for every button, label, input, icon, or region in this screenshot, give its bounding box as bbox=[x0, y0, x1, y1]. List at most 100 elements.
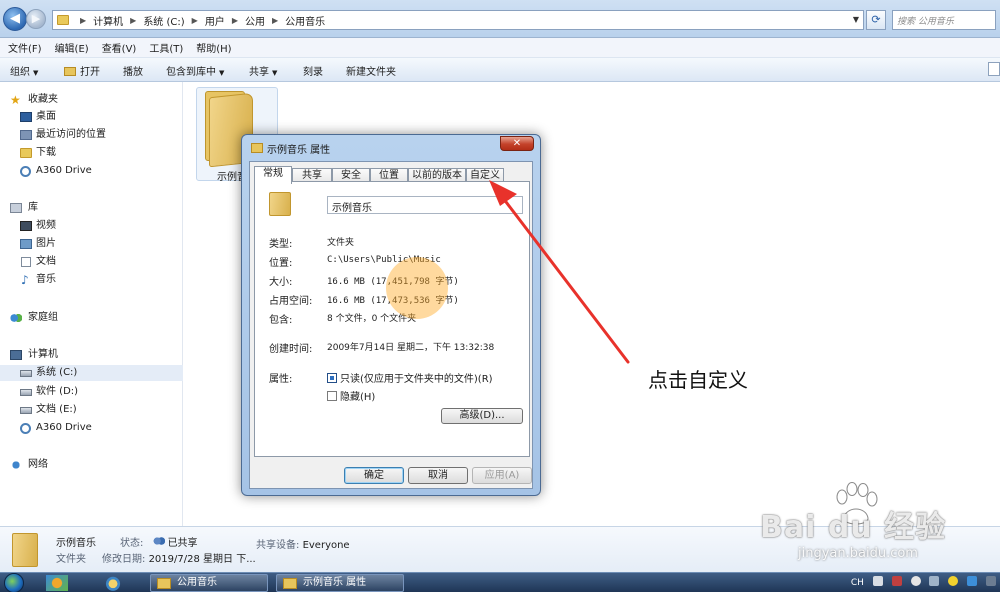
nav-documents[interactable]: 文档 bbox=[0, 254, 183, 270]
play-button[interactable]: 播放 bbox=[123, 63, 143, 78]
nav-favorites[interactable]: ★ 收藏夹 bbox=[0, 92, 183, 108]
details-state: 状态: 已共享 bbox=[120, 537, 198, 549]
dialog-title: 示例音乐 属性 bbox=[267, 145, 331, 156]
ok-button[interactable]: 确定 bbox=[344, 467, 404, 484]
checkbox-icon[interactable] bbox=[327, 391, 337, 401]
dialog-body: 常规 共享 安全 位置 以前的版本 自定义 示例音乐 类型: 文件夹 位置: C… bbox=[249, 161, 533, 489]
chevron-down-icon[interactable]: ▼ bbox=[849, 11, 863, 29]
crumb-computer[interactable]: 计算机 bbox=[93, 13, 123, 28]
crumb-public[interactable]: 公用 bbox=[245, 13, 265, 28]
open-button[interactable]: 打开 bbox=[64, 63, 100, 78]
folder-icon bbox=[283, 578, 297, 589]
microphone-icon[interactable] bbox=[910, 576, 921, 586]
burn-button[interactable]: 刻录 bbox=[303, 63, 323, 78]
prop-created-label: 创建时间: bbox=[269, 344, 313, 355]
path-breadcrumb[interactable]: ▶ 计算机 ▶ 系统 (C:) ▶ 用户 ▶ 公用 ▶ 公用音乐 ▼ bbox=[52, 10, 864, 30]
video-icon bbox=[20, 221, 32, 231]
apply-button[interactable]: 应用(A) bbox=[472, 467, 532, 484]
nav-network[interactable]: 网络 bbox=[0, 457, 183, 473]
folder-icon bbox=[269, 192, 291, 216]
nav-a360-drive-fav[interactable]: A360 Drive bbox=[0, 163, 183, 179]
close-button[interactable]: ✕ bbox=[500, 136, 534, 151]
desktop-icon bbox=[20, 112, 32, 122]
prop-contains-value: 8 个文件，0 个文件夹 bbox=[327, 314, 417, 324]
nav-pictures[interactable]: 图片 bbox=[0, 236, 183, 252]
volume-icon[interactable] bbox=[986, 576, 996, 586]
nav-recent-places[interactable]: 最近访问的位置 bbox=[0, 127, 183, 143]
prop-location-label: 位置: bbox=[269, 258, 293, 269]
general-tab-panel: 示例音乐 类型: 文件夹 位置: C:\Users\Public\Music 大… bbox=[254, 181, 530, 457]
nav-drive-e[interactable]: 文档 (E:) bbox=[0, 402, 183, 418]
nav-desktop[interactable]: 桌面 bbox=[0, 109, 183, 125]
tab-general[interactable]: 常规 bbox=[254, 166, 292, 184]
drive-icon bbox=[20, 407, 32, 414]
crumb-users[interactable]: 用户 bbox=[205, 13, 225, 28]
chevron-down-icon: ▼ bbox=[272, 69, 278, 77]
start-orb-icon[interactable] bbox=[4, 573, 24, 592]
folder-icon bbox=[157, 578, 171, 589]
menu-edit[interactable]: 编辑(E) bbox=[55, 40, 89, 55]
back-arrow-icon[interactable]: ◀ bbox=[3, 7, 27, 31]
settings-icon[interactable] bbox=[929, 576, 940, 586]
taskbar-item-public-music[interactable]: 公用音乐 bbox=[150, 574, 268, 592]
folder-open-icon bbox=[64, 67, 76, 76]
keyboard-icon[interactable] bbox=[872, 576, 883, 586]
prop-size-label: 大小: bbox=[269, 277, 293, 288]
menu-view[interactable]: 查看(V) bbox=[102, 40, 137, 55]
menu-help[interactable]: 帮助(H) bbox=[196, 40, 231, 55]
attributes-label: 属性: bbox=[269, 374, 293, 385]
folder-name-input[interactable]: 示例音乐 bbox=[327, 196, 523, 214]
annotation-text: 点击自定义 bbox=[648, 368, 748, 392]
chevron-down-icon: ▼ bbox=[33, 69, 39, 77]
language-indicator[interactable]: CH bbox=[851, 578, 864, 588]
menu-file[interactable]: 文件(F) bbox=[8, 40, 42, 55]
document-icon bbox=[21, 257, 31, 267]
nav-libraries[interactable]: 库 bbox=[0, 200, 183, 216]
homegroup-icon bbox=[10, 313, 22, 323]
forward-arrow-icon[interactable]: ▶ bbox=[26, 9, 46, 29]
tray-app-icon[interactable] bbox=[891, 576, 902, 586]
library-icon bbox=[10, 203, 22, 213]
crumb-public-music[interactable]: 公用音乐 bbox=[285, 13, 325, 28]
checkbox-indeterminate-icon[interactable] bbox=[327, 373, 337, 383]
paint-icon[interactable] bbox=[102, 575, 124, 591]
windows-flag-icon[interactable] bbox=[46, 575, 68, 591]
chevron-down-icon: ▼ bbox=[219, 69, 225, 77]
address-bar: ◀ ▶ ▶ 计算机 ▶ 系统 (C:) ▶ 用户 ▶ 公用 ▶ 公用音乐 ▼ ⟳… bbox=[0, 0, 1000, 38]
nav-downloads[interactable]: 下载 bbox=[0, 145, 183, 161]
star-icon: ★ bbox=[10, 93, 21, 107]
taskbar: 公用音乐 示例音乐 属性 CH bbox=[0, 572, 1000, 592]
details-pane: 示例音乐 文件夹 状态: 已共享 修改日期: 2019/7/28 星期日 下..… bbox=[0, 526, 1000, 572]
nav-videos[interactable]: 视频 bbox=[0, 218, 183, 234]
smiley-icon[interactable] bbox=[948, 576, 959, 586]
share-button[interactable]: 共享 ▼ bbox=[249, 63, 277, 78]
include-in-library-button[interactable]: 包含到库中 ▼ bbox=[166, 63, 224, 78]
music-note-icon: ♪ bbox=[21, 273, 29, 287]
organize-button[interactable]: 组织 ▼ bbox=[10, 63, 38, 78]
hidden-checkbox[interactable]: 隐藏(H) bbox=[327, 388, 375, 403]
drive-icon bbox=[20, 389, 32, 396]
new-folder-button[interactable]: 新建文件夹 bbox=[346, 63, 396, 78]
network-tray-icon[interactable] bbox=[967, 576, 978, 586]
nav-computer[interactable]: 计算机 bbox=[0, 347, 183, 363]
nav-music[interactable]: ♪ 音乐 bbox=[0, 272, 183, 288]
properties-dialog: 示例音乐 属性 ✕ 常规 共享 安全 位置 以前的版本 自定义 示例音乐 类型:… bbox=[241, 134, 541, 496]
system-tray: CH bbox=[851, 576, 996, 588]
advanced-button[interactable]: 高级(D)... bbox=[441, 408, 523, 424]
details-name: 示例音乐 bbox=[56, 538, 96, 549]
nav-homegroup[interactable]: 家庭组 bbox=[0, 310, 183, 326]
cancel-button[interactable]: 取消 bbox=[408, 467, 468, 484]
search-input[interactable]: 搜索 公用音乐 bbox=[892, 10, 996, 30]
divider bbox=[265, 329, 521, 330]
nav-drive-d[interactable]: 软件 (D:) bbox=[0, 384, 183, 400]
nav-a360-drive[interactable]: A360 Drive bbox=[0, 420, 183, 436]
taskbar-item-properties[interactable]: 示例音乐 属性 bbox=[276, 574, 404, 592]
refresh-icon[interactable]: ⟳ bbox=[866, 10, 886, 30]
prop-created-value: 2009年7月14日 星期二，下午 13:32:38 bbox=[327, 343, 495, 353]
chevron-right-icon: ▶ bbox=[80, 15, 87, 25]
view-options-icon[interactable] bbox=[988, 62, 1000, 76]
nav-drive-c[interactable]: 系统 (C:) bbox=[0, 365, 183, 381]
crumb-drive-c[interactable]: 系统 (C:) bbox=[143, 13, 184, 28]
menu-tools[interactable]: 工具(T) bbox=[149, 40, 183, 55]
readonly-checkbox[interactable]: 只读(仅应用于文件夹中的文件)(R) bbox=[327, 370, 493, 385]
